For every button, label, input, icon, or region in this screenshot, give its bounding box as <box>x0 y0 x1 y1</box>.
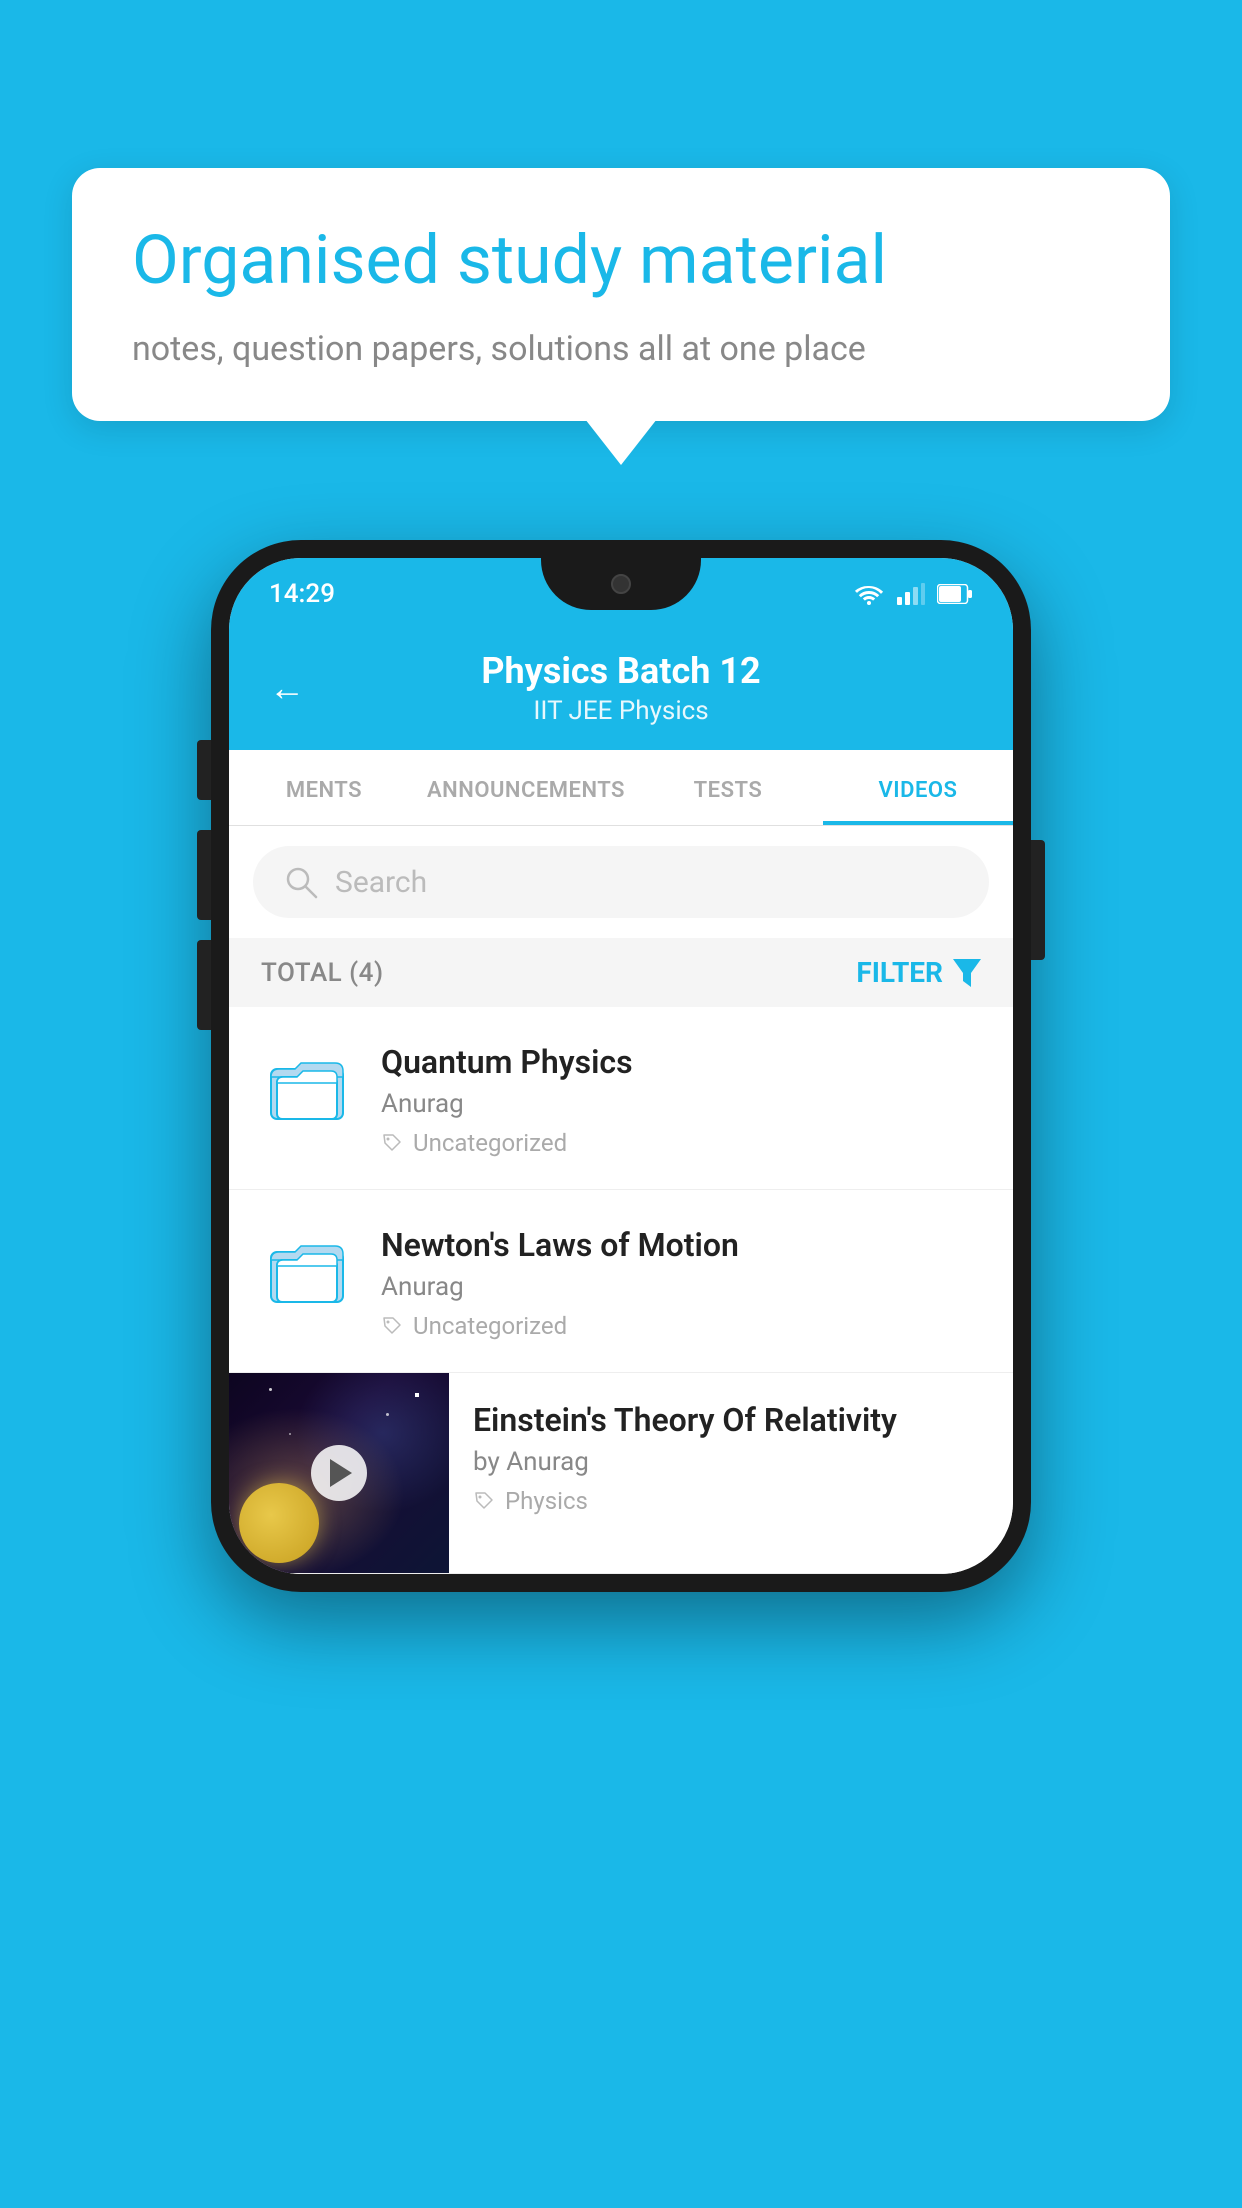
phone-outer: 14:29 <box>211 540 1031 1592</box>
phone-button-extra <box>197 940 211 1030</box>
tab-announcements[interactable]: ANNOUNCEMENTS <box>419 750 633 825</box>
tag-icon-2 <box>381 1315 403 1337</box>
phone-mockup: 14:29 <box>211 540 1031 1592</box>
tag-icon-3 <box>473 1490 495 1512</box>
search-input[interactable]: Search <box>335 865 427 900</box>
filter-button[interactable]: FILTER <box>856 956 981 989</box>
speech-bubble: Organised study material notes, question… <box>72 168 1170 421</box>
list-item[interactable]: Newton's Laws of Motion Anurag Uncategor… <box>229 1190 1013 1373</box>
status-bar: 14:29 <box>229 558 1013 630</box>
video-info-3: Einstein's Theory Of Relativity by Anura… <box>449 1373 1013 1543</box>
notch <box>541 558 701 610</box>
signal-icon <box>897 583 925 605</box>
search-icon <box>283 864 319 900</box>
phone-button-vol-up <box>197 740 211 800</box>
speech-bubble-subtitle: notes, question papers, solutions all at… <box>132 326 1110 374</box>
tabs-bar: MENTS ANNOUNCEMENTS TESTS VIDEOS <box>229 750 1013 826</box>
tab-tests[interactable]: TESTS <box>633 750 823 825</box>
video-tag-2: Uncategorized <box>381 1312 985 1340</box>
video-info-1: Quantum Physics Anurag Uncategorized <box>381 1039 985 1157</box>
video-author-1: Anurag <box>381 1089 985 1119</box>
phone-button-vol-down <box>197 830 211 920</box>
video-author-2: Anurag <box>381 1272 985 1302</box>
app-header: ← Physics Batch 12 IIT JEE Physics <box>229 630 1013 750</box>
status-time: 14:29 <box>269 579 335 609</box>
star1 <box>415 1393 419 1397</box>
status-icons <box>853 583 973 605</box>
header-title: Physics Batch 12 <box>329 650 913 692</box>
filter-row: TOTAL (4) FILTER <box>229 938 1013 1007</box>
battery-icon <box>937 584 973 604</box>
wifi-icon <box>853 583 885 605</box>
tab-videos[interactable]: VIDEOS <box>823 750 1013 825</box>
star3 <box>269 1388 272 1391</box>
folder-svg-2 <box>267 1232 347 1312</box>
planet <box>239 1483 319 1563</box>
search-bar: Search <box>229 826 1013 938</box>
video-author-3: by Anurag <box>473 1447 989 1477</box>
filter-icon <box>953 959 981 987</box>
video-info-2: Newton's Laws of Motion Anurag Uncategor… <box>381 1222 985 1340</box>
video-tag-1: Uncategorized <box>381 1129 985 1157</box>
folder-icon-2 <box>257 1222 357 1322</box>
header-title-area: Physics Batch 12 IIT JEE Physics <box>329 650 913 726</box>
video-title-2: Newton's Laws of Motion <box>381 1226 985 1264</box>
header-subtitle: IIT JEE Physics <box>329 696 913 726</box>
folder-icon-1 <box>257 1039 357 1139</box>
phone-screen: 14:29 <box>229 558 1013 1574</box>
back-button[interactable]: ← <box>269 667 305 709</box>
list-item[interactable]: Quantum Physics Anurag Uncategorized <box>229 1007 1013 1190</box>
speech-bubble-title: Organised study material <box>132 220 1110 302</box>
play-triangle <box>330 1459 352 1487</box>
star4 <box>289 1433 291 1435</box>
total-count: TOTAL (4) <box>261 958 384 988</box>
folder-svg <box>267 1049 347 1129</box>
video-list: Quantum Physics Anurag Uncategorized <box>229 1007 1013 1574</box>
video-title-1: Quantum Physics <box>381 1043 985 1081</box>
tag-icon <box>381 1132 403 1154</box>
camera <box>611 574 631 594</box>
star2 <box>386 1413 389 1416</box>
search-input-wrapper[interactable]: Search <box>253 846 989 918</box>
video-title-3: Einstein's Theory Of Relativity <box>473 1401 989 1439</box>
phone-button-power <box>1031 840 1045 960</box>
video-thumbnail <box>229 1373 449 1573</box>
play-button[interactable] <box>311 1445 367 1501</box>
tab-ments[interactable]: MENTS <box>229 750 419 825</box>
video-tag-3: Physics <box>473 1487 989 1515</box>
list-item[interactable]: Einstein's Theory Of Relativity by Anura… <box>229 1373 1013 1574</box>
